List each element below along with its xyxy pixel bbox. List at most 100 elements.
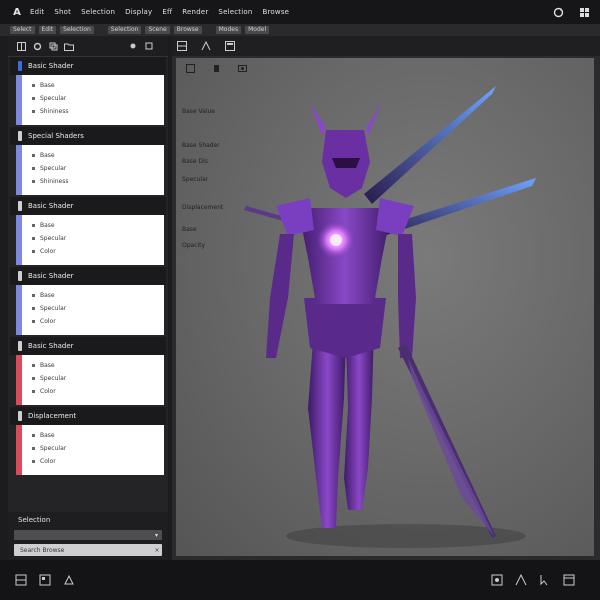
layers-icon[interactable] (14, 573, 28, 587)
shader-property-row[interactable]: Color (32, 315, 164, 328)
menu-item-eff[interactable]: Eff (162, 8, 172, 16)
shader-property-row[interactable]: Base (32, 149, 164, 162)
shader-section-title: Basic Shader (28, 202, 74, 210)
menu-item-selection-2[interactable]: Selection (218, 8, 252, 16)
folder-icon[interactable] (64, 41, 74, 51)
shader-property-label: Shininess (40, 108, 69, 115)
toolbar-browse[interactable]: Browse (173, 26, 202, 34)
left-shoulder (276, 198, 314, 236)
toolbar-scene[interactable]: Scene (145, 26, 170, 34)
section-tag-icon (18, 201, 22, 211)
shader-section: Basic Shader Base Specular Color (10, 197, 166, 265)
menu-item-render[interactable]: Render (182, 8, 208, 16)
hips (304, 298, 386, 358)
bullet-icon (32, 390, 35, 393)
cursor-icon[interactable] (538, 573, 552, 587)
shader-property-row[interactable]: Color (32, 385, 164, 398)
grid-icon[interactable] (16, 41, 26, 51)
grid-icon[interactable] (514, 573, 528, 587)
grid-icon[interactable] (578, 6, 590, 18)
window-icon[interactable] (562, 573, 576, 587)
menu-item-browse[interactable]: Browse (262, 8, 289, 16)
refresh-icon[interactable] (552, 6, 564, 18)
shader-section-header[interactable]: Basic Shader (10, 267, 166, 285)
menu-item-display[interactable]: Display (125, 8, 152, 16)
shader-property-label: Base (40, 292, 55, 299)
shader-property-label: Base (40, 222, 55, 229)
shader-section-header[interactable]: Special Shaders (10, 127, 166, 145)
menu-item-selection[interactable]: Selection (81, 8, 115, 16)
shader-property-row[interactable]: Shininess (32, 105, 164, 118)
shader-card[interactable]: Base Specular Color (16, 215, 164, 265)
shader-property-row[interactable]: Specular (32, 162, 164, 175)
toolbar-modes[interactable]: Modes (215, 26, 242, 34)
shader-property-row[interactable]: Base (32, 359, 164, 372)
shader-property-label: Color (40, 318, 56, 325)
shader-property-label: Base (40, 82, 55, 89)
3d-viewport[interactable]: Base Value Base Shader Base Dis Specular… (176, 58, 594, 556)
shader-property-row[interactable]: Shininess (32, 175, 164, 188)
shader-property-row[interactable]: Base (32, 429, 164, 442)
shader-card[interactable]: Base Specular Color (16, 285, 164, 335)
shader-property-label: Color (40, 458, 56, 465)
toolbar-edit[interactable]: Edit (38, 26, 57, 34)
shader-property-row[interactable]: Color (32, 245, 164, 258)
shader-property-label: Specular (40, 305, 67, 312)
shader-property-label: Specular (40, 445, 67, 452)
shader-property-label: Base (40, 432, 55, 439)
viewport-header (172, 36, 600, 56)
section-tag-icon (18, 271, 22, 281)
close-icon[interactable] (144, 41, 154, 51)
shader-property-row[interactable]: Specular (32, 302, 164, 315)
window-icon[interactable] (224, 40, 236, 52)
shader-card[interactable]: Base Specular Shininess (16, 75, 164, 125)
shader-color-stripe (16, 215, 22, 265)
shader-property-row[interactable]: Base (32, 79, 164, 92)
grid-icon[interactable] (200, 40, 212, 52)
shader-section-header[interactable]: Basic Shader (10, 57, 166, 75)
shader-section: Basic Shader Base Specular Color (10, 267, 166, 335)
selection-footer: Selection ▾ Search Browse × (8, 512, 168, 560)
shader-property-row[interactable]: Specular (32, 92, 164, 105)
character-model[interactable] (176, 58, 594, 556)
selection-bar[interactable]: ▾ (14, 530, 162, 540)
shader-property-label: Specular (40, 375, 67, 382)
layers-icon[interactable] (176, 40, 188, 52)
section-tag-icon (18, 61, 22, 71)
settings-icon[interactable] (490, 573, 504, 587)
shader-card[interactable]: Base Specular Shininess (16, 145, 164, 195)
shader-section-header[interactable]: Basic Shader (10, 337, 166, 355)
shader-property-label: Specular (40, 95, 67, 102)
shader-property-label: Specular (40, 235, 67, 242)
toolbar-selection-2[interactable]: Selection (107, 26, 142, 34)
bullet-icon (32, 84, 35, 87)
shader-section-header[interactable]: Displacement (10, 407, 166, 425)
shader-card[interactable]: Base Specular Color (16, 425, 164, 475)
toolbar-selection[interactable]: Selection (60, 26, 94, 34)
shader-card[interactable]: Base Specular Color (16, 355, 164, 405)
shader-property-label: Base (40, 152, 55, 159)
shader-property-row[interactable]: Specular (32, 372, 164, 385)
shader-section: Basic Shader Base Specular Shininess (10, 57, 166, 125)
shader-property-row[interactable]: Base (32, 219, 164, 232)
settings-icon[interactable] (128, 41, 138, 51)
shader-section: Displacement Base Specular Color (10, 407, 166, 475)
grid-icon[interactable] (38, 573, 52, 587)
shader-property-row[interactable]: Base (32, 289, 164, 302)
settings-icon[interactable] (32, 41, 42, 51)
layers-icon[interactable] (48, 41, 58, 51)
menu-item-edit[interactable]: Edit (30, 8, 44, 16)
left-arm (266, 234, 294, 358)
shader-property-row[interactable]: Color (32, 455, 164, 468)
browse-search-input[interactable]: Search Browse × (14, 544, 162, 556)
shader-section-header[interactable]: Basic Shader (10, 197, 166, 215)
left-leg (308, 328, 346, 528)
paint-icon[interactable] (62, 573, 76, 587)
toolbar-model[interactable]: Model (245, 26, 270, 34)
toolbar-select[interactable]: Select (10, 26, 35, 34)
menu-item-shot[interactable]: Shot (54, 8, 71, 16)
shader-property-row[interactable]: Specular (32, 442, 164, 455)
close-icon[interactable]: × (152, 547, 162, 554)
bullet-icon (32, 180, 35, 183)
shader-property-row[interactable]: Specular (32, 232, 164, 245)
